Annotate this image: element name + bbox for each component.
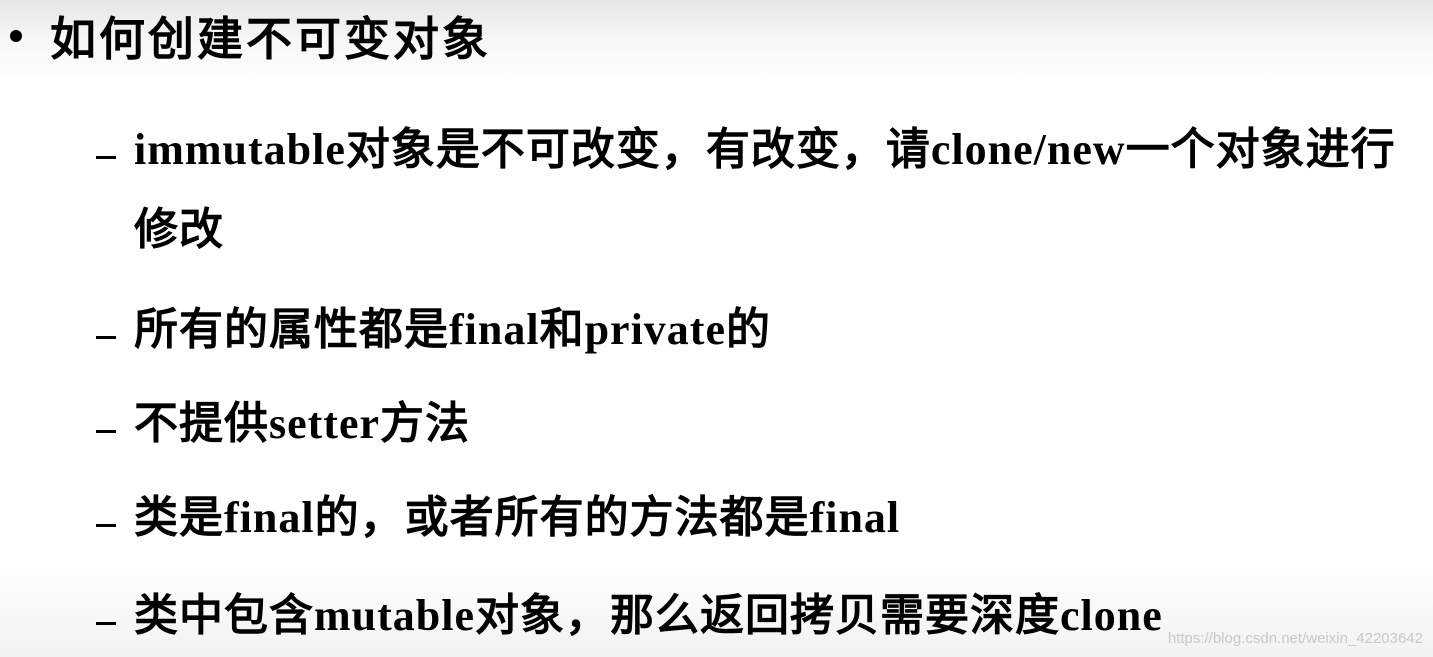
list-item: immutable对象是不可改变，有改变，请clone/new一个对象进行修改: [96, 125, 1424, 270]
list-item: 所有的属性都是final和private的: [96, 305, 771, 370]
list-item-text: 类是final的，或者所有的方法都是final: [134, 493, 901, 542]
list-item: 类中包含mutable对象，那么返回拷贝需要深度clone: [96, 591, 1163, 656]
slide: 如何创建不可变对象 immutable对象是不可改变，有改变，请clone/ne…: [0, 0, 1433, 657]
dash-icon: [96, 336, 116, 339]
bullet-dot-icon: [10, 30, 22, 42]
list-item: 类是final的，或者所有的方法都是final: [96, 493, 900, 558]
watermark-url: https://blog.csdn.net/weixin_42203642: [1167, 630, 1423, 647]
dash-icon: [96, 156, 116, 159]
list-item-text: 所有的属性都是final和private的: [134, 305, 771, 354]
dash-icon: [96, 430, 116, 433]
list-item-text: 不提供setter方法: [134, 399, 471, 448]
list-item-text: 类中包含mutable对象，那么返回拷贝需要深度clone: [134, 591, 1163, 640]
list-item: 不提供setter方法: [96, 399, 470, 464]
dash-icon: [96, 622, 116, 625]
dash-icon: [96, 524, 116, 527]
slide-title: 如何创建不可变对象: [50, 14, 491, 65]
title-bullet: 如何创建不可变对象: [10, 0, 491, 72]
list-item-text: immutable对象是不可改变，有改变，请clone/new一个对象进行修改: [134, 125, 1396, 254]
